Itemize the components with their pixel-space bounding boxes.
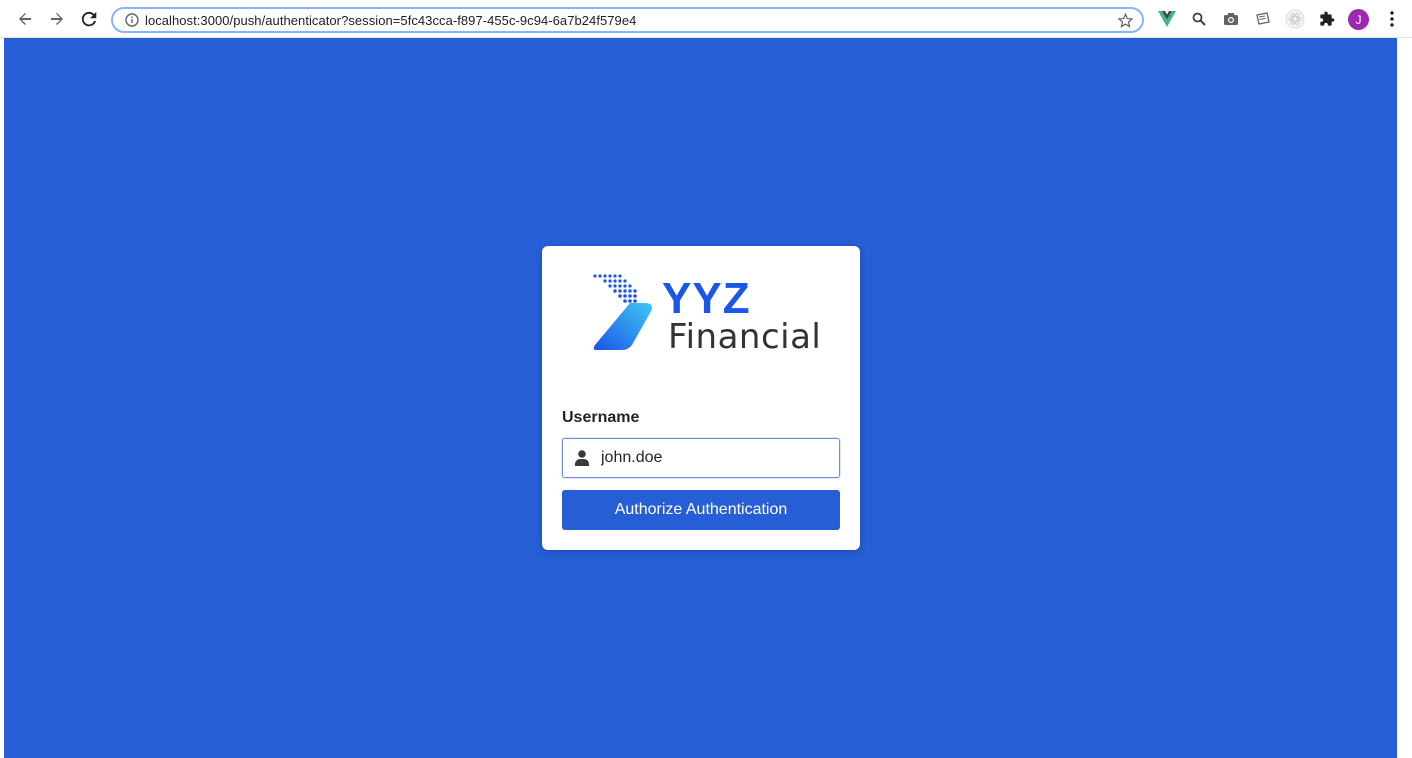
authorize-authentication-button[interactable]: Authorize Authentication — [562, 490, 840, 530]
username-field[interactable] — [562, 438, 840, 478]
logo-chevron — [593, 303, 652, 350]
react-devtools-icon[interactable] — [1285, 9, 1305, 29]
yyz-financial-logo: YYZ Financial — [593, 274, 821, 353]
bookmark-star-icon[interactable] — [1112, 12, 1138, 28]
address-bar[interactable]: localhost:3000/push/authenticator?sessio… — [111, 7, 1144, 33]
camera-icon[interactable] — [1221, 9, 1241, 29]
forward-icon[interactable] — [46, 8, 68, 30]
auth-card: YYZ Financial Username Authorize Authent… — [542, 246, 860, 550]
browser-menu-icon[interactable] — [1382, 9, 1402, 29]
browser-toolbar: localhost:3000/push/authenticator?sessio… — [0, 0, 1412, 38]
logo-primary-text: YYZ — [662, 274, 751, 323]
notes-extension-icon[interactable] — [1253, 9, 1273, 29]
url-text[interactable]: localhost:3000/push/authenticator?sessio… — [145, 13, 1112, 28]
profile-avatar[interactable]: J — [1348, 9, 1369, 30]
zoom-extension-icon[interactable] — [1189, 9, 1209, 29]
username-label: Username — [562, 409, 640, 426]
username-input[interactable] — [601, 439, 839, 477]
logo-dot-grid — [593, 274, 637, 303]
user-icon — [563, 450, 601, 466]
vue-devtools-icon[interactable] — [1157, 9, 1177, 29]
extensions-puzzle-icon[interactable] — [1317, 9, 1337, 29]
back-icon[interactable] — [14, 8, 36, 30]
logo-secondary-text: Financial — [668, 317, 821, 353]
site-info-icon[interactable] — [119, 13, 145, 27]
reload-icon[interactable] — [78, 8, 100, 30]
window-edge-right — [1397, 38, 1412, 758]
